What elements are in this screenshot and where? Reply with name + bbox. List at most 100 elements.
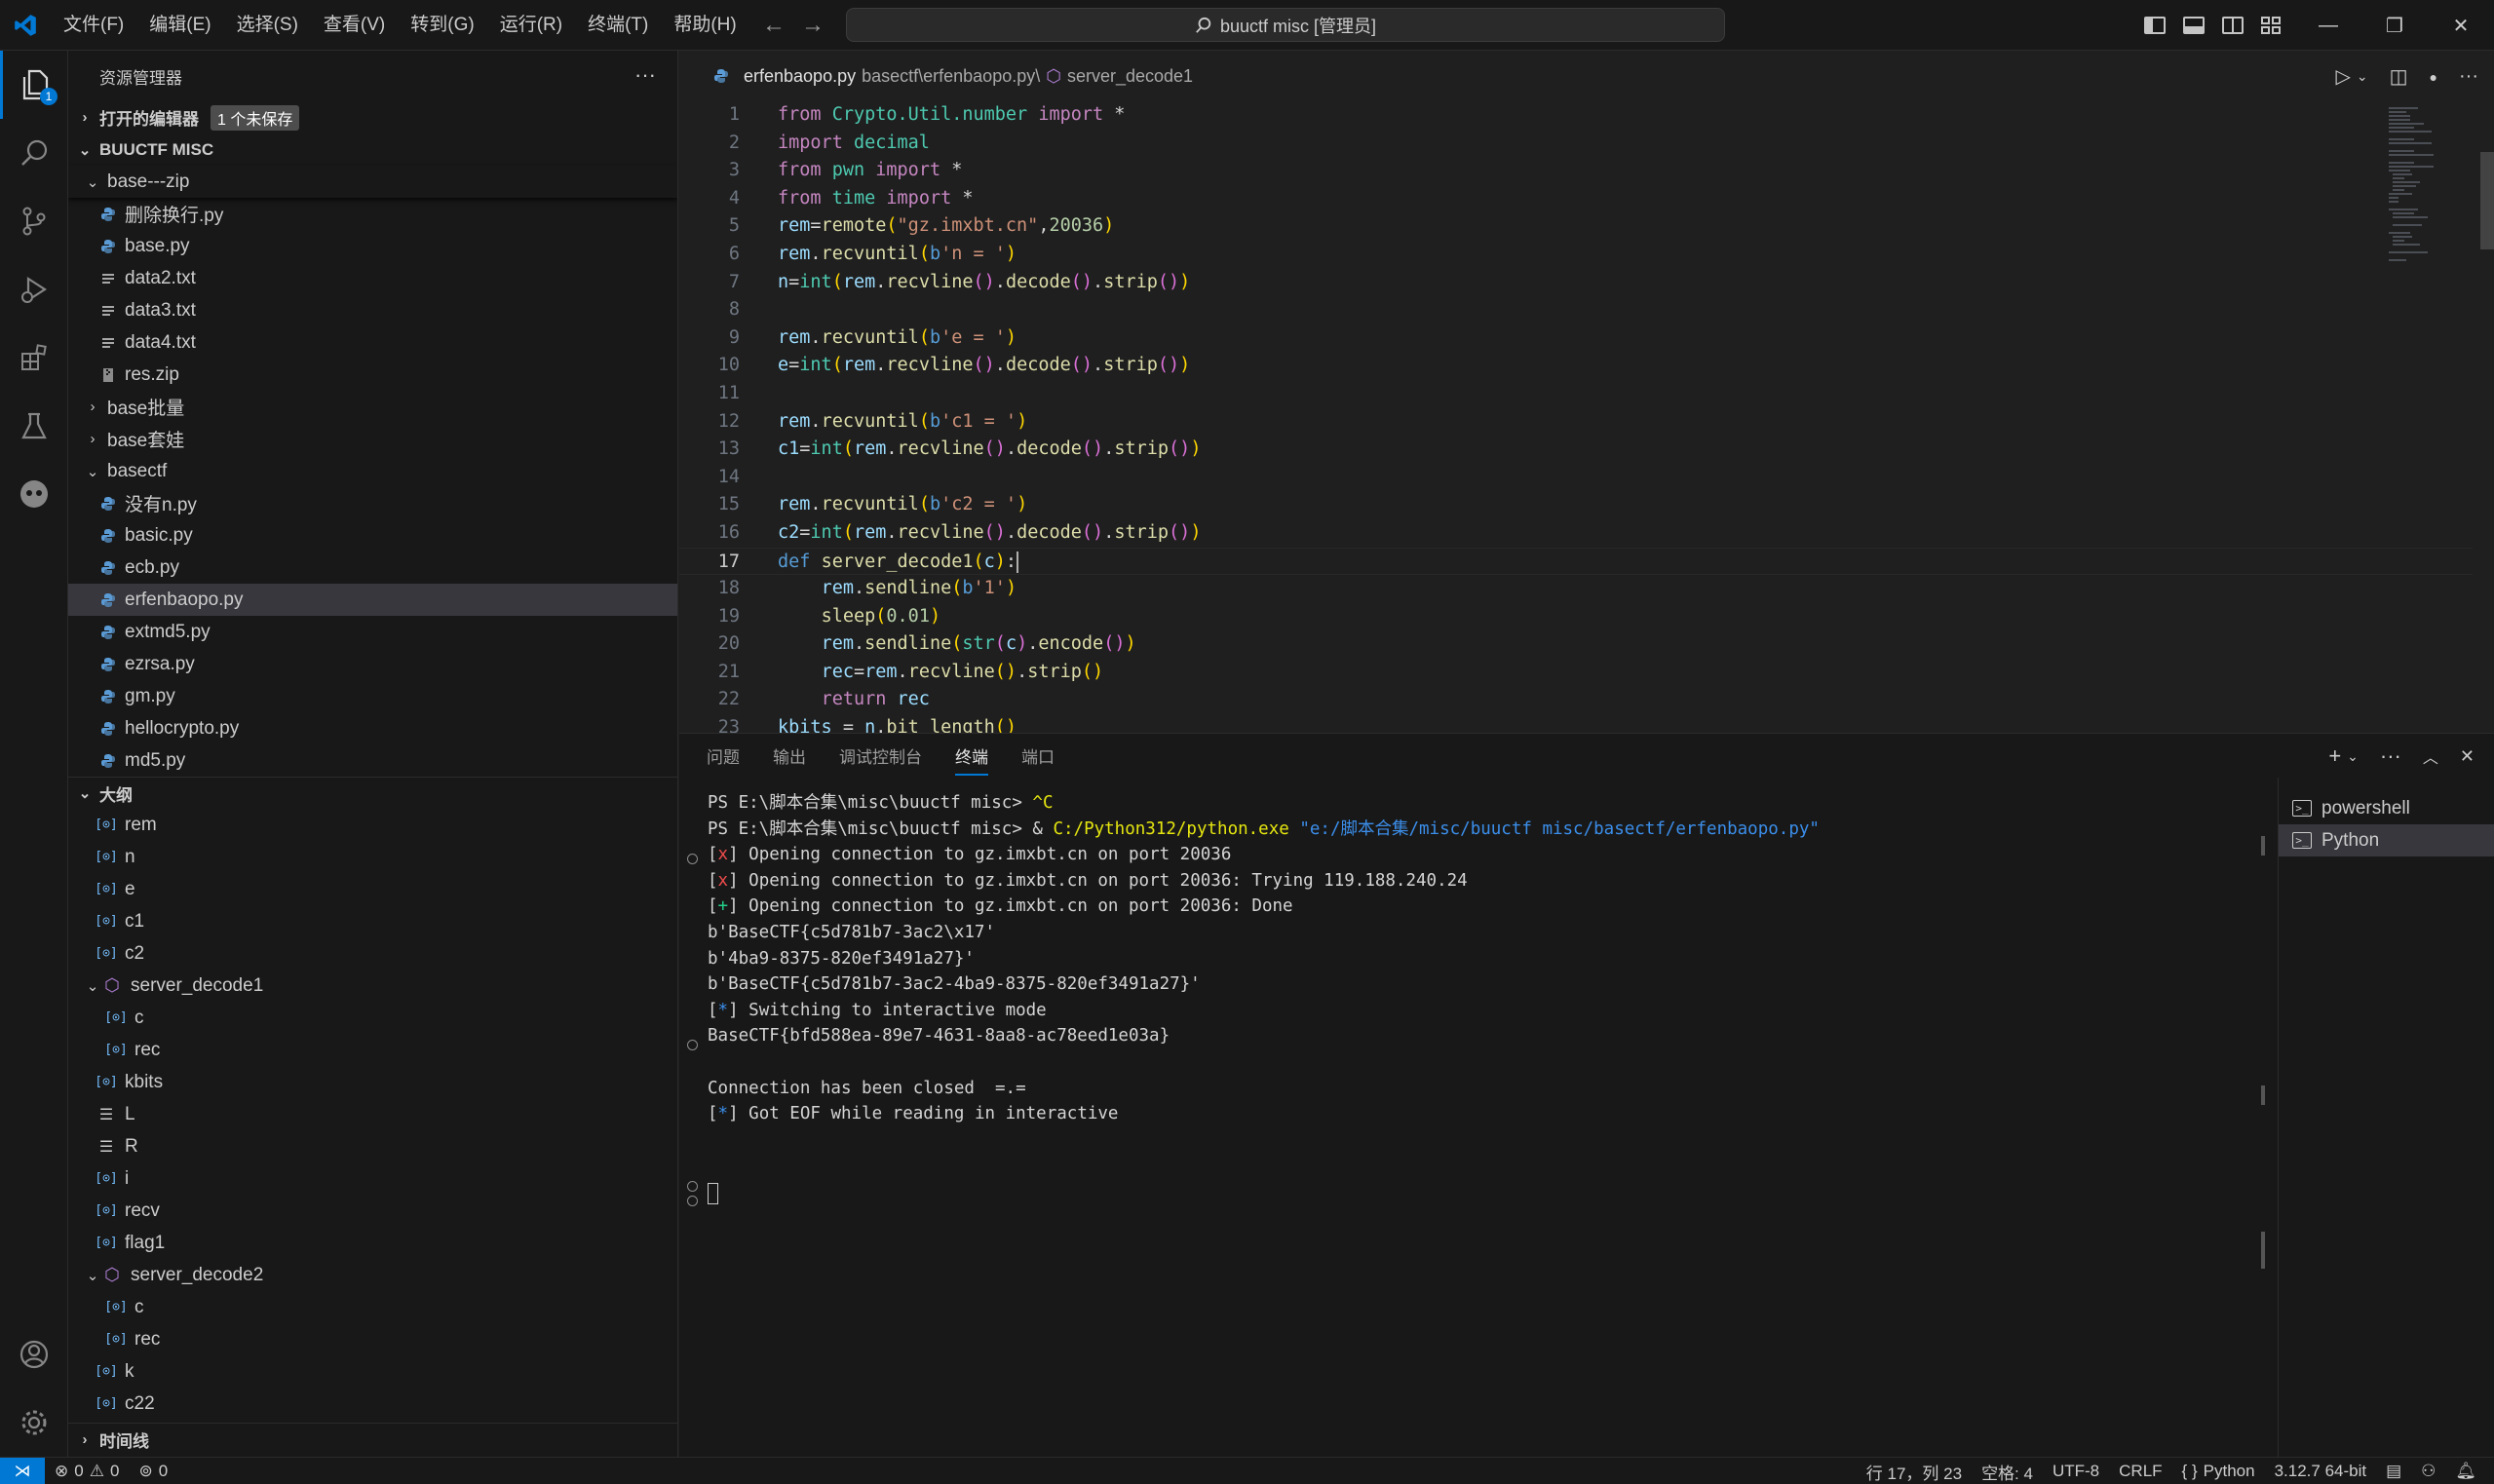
file-item[interactable]: res.zip: [68, 359, 677, 391]
code-editor[interactable]: 1 from Crypto.Util.number import * 2 import…: [679, 101, 2473, 733]
file-item[interactable]: ezrsa.py: [68, 648, 677, 680]
code-line[interactable]: 4 from time import *: [679, 185, 2473, 213]
bell-icon[interactable]: 🔔︎: [2445, 1462, 2486, 1481]
file-document-icon[interactable]: ▤: [2376, 1462, 2411, 1481]
outline-item[interactable]: [⊙] rem: [68, 809, 677, 841]
code-line[interactable]: 11: [679, 380, 2473, 408]
menu-selection[interactable]: 选择(S): [224, 0, 311, 51]
restore-icon[interactable]: ❐: [2361, 0, 2428, 51]
copilot-icon[interactable]: ⚇: [2411, 1462, 2445, 1481]
remote-indicator-icon[interactable]: ⋊: [0, 1457, 45, 1484]
split-editor-icon[interactable]: ◫: [2390, 64, 2408, 89]
code-line[interactable]: 18 rem.sendline(b'1'): [679, 575, 2473, 603]
breadcrumb-path[interactable]: basectf\erfenbaopo.py\: [862, 66, 1040, 87]
customize-layout-icon[interactable]: [2261, 17, 2283, 34]
terminal-output[interactable]: PS E:\脚本合集\misc\buuctf misc> ^C PS E:\脚本合…: [679, 778, 2268, 1458]
code-line[interactable]: 1 from Crypto.Util.number import *: [679, 101, 2473, 130]
file-item[interactable]: 删除换行.py: [68, 198, 677, 230]
outline-item[interactable]: [⊙] c1: [68, 905, 677, 937]
scrollbar-thumb[interactable]: [2480, 152, 2494, 249]
file-item[interactable]: erfenbaopo.py: [68, 584, 677, 616]
menu-edit[interactable]: 编辑(E): [136, 0, 223, 51]
outline-item[interactable]: ⌄ ⬡ server_decode1: [68, 970, 677, 1002]
outline-item[interactable]: [⊙] i: [68, 1162, 677, 1195]
extensions-icon[interactable]: [0, 323, 68, 392]
editor-scrollbar[interactable]: [2476, 101, 2494, 733]
outline-item[interactable]: [⊙] kbits: [68, 1066, 677, 1098]
command-decoration-icon[interactable]: [687, 854, 698, 864]
file-item[interactable]: ecb.py: [68, 552, 677, 584]
command-decoration-icon[interactable]: [687, 1181, 698, 1192]
code-line[interactable]: 15 rem.recvuntil(b'c2 = '): [679, 491, 2473, 519]
tab-problems[interactable]: 问题: [707, 743, 740, 768]
chevron-down-icon[interactable]: ⌄: [2357, 68, 2368, 85]
unsaved-dot-icon[interactable]: ●: [2430, 69, 2437, 85]
accounts-icon[interactable]: [0, 1320, 68, 1389]
more-actions-icon[interactable]: ···: [634, 62, 656, 88]
code-line[interactable]: 5 rem=remote("gz.imxbt.cn",20036): [679, 212, 2473, 241]
terminal-item-python[interactable]: >_ Python: [2279, 824, 2494, 856]
folder-item[interactable]: ⌄ basectf: [68, 455, 677, 487]
folder-item[interactable]: ⌄ base---zip: [68, 166, 677, 198]
tab-output[interactable]: 输出: [773, 743, 806, 768]
code-line[interactable]: 6 rem.recvuntil(b'n = '): [679, 241, 2473, 269]
file-item[interactable]: gm.py: [68, 680, 677, 712]
outline-item[interactable]: [⊙] c22: [68, 1388, 677, 1420]
tab-debug-console[interactable]: 调试控制台: [839, 743, 922, 768]
tab-terminal[interactable]: 终端: [955, 736, 988, 776]
file-item[interactable]: md5.py: [68, 744, 677, 777]
outline-item[interactable]: [⊙] c: [68, 1291, 677, 1323]
outline-item[interactable]: [⊙] flag1: [68, 1227, 677, 1259]
outline-item[interactable]: [⊙] rec: [68, 1323, 677, 1355]
menu-file[interactable]: 文件(F): [51, 0, 136, 51]
file-item[interactable]: basic.py: [68, 519, 677, 552]
explorer-icon[interactable]: 1: [0, 51, 68, 119]
more-actions-icon[interactable]: ···: [2459, 65, 2478, 88]
menu-terminal[interactable]: 终端(T): [575, 0, 661, 51]
outline-item[interactable]: [⊙] e: [68, 873, 677, 905]
file-item[interactable]: base.py: [68, 230, 677, 262]
timeline-section[interactable]: › 时间线: [68, 1423, 677, 1455]
toggle-secondary-sidebar-icon[interactable]: [2222, 17, 2244, 34]
outline-section[interactable]: ⌄ 大纲: [68, 777, 677, 809]
minimize-icon[interactable]: —: [2295, 0, 2361, 51]
outline-item[interactable]: [⊙] k: [68, 1355, 677, 1388]
run-debug-icon[interactable]: [0, 255, 68, 323]
command-decoration-icon[interactable]: [687, 1040, 698, 1050]
python-interpreter[interactable]: 3.12.7 64-bit: [2265, 1462, 2377, 1481]
file-item[interactable]: 没有n.py: [68, 487, 677, 519]
outline-item[interactable]: [⊙] recv: [68, 1195, 677, 1227]
file-item[interactable]: extmd5.py: [68, 616, 677, 648]
outline-item[interactable]: ⌄ ⬡ server_decode2: [68, 1259, 677, 1291]
code-line[interactable]: 17 def server_decode1(c):: [679, 547, 2473, 576]
new-terminal-icon[interactable]: +: [2328, 743, 2341, 769]
code-line[interactable]: 16 c2=int(rem.recvline().decode().strip()…: [679, 519, 2473, 548]
outline-item[interactable]: [⊙] c2: [68, 937, 677, 970]
toggle-panel-icon[interactable]: [2183, 17, 2205, 34]
code-line[interactable]: 8: [679, 296, 2473, 324]
menu-run[interactable]: 运行(R): [487, 0, 575, 51]
outline-item[interactable]: ☰ R: [68, 1130, 677, 1162]
settings-gear-icon[interactable]: [0, 1389, 68, 1457]
command-decoration-icon[interactable]: [687, 1196, 698, 1206]
encoding[interactable]: UTF-8: [2043, 1462, 2109, 1481]
folder-item[interactable]: › base批量: [68, 391, 677, 423]
folder-item[interactable]: › base套娃: [68, 423, 677, 455]
outline-item[interactable]: [⊙] c: [68, 1002, 677, 1034]
file-item[interactable]: data2.txt: [68, 262, 677, 294]
toggle-primary-sidebar-icon[interactable]: [2144, 17, 2166, 34]
problems-status[interactable]: ⊗ 0 ⚠ 0: [45, 1462, 129, 1481]
indentation[interactable]: 空格: 4: [1972, 1460, 2043, 1484]
close-icon[interactable]: ✕: [2428, 0, 2494, 51]
breadcrumb-symbol[interactable]: server_decode1: [1067, 66, 1193, 87]
code-line[interactable]: 22 return rec: [679, 686, 2473, 714]
end-of-line[interactable]: CRLF: [2109, 1462, 2171, 1481]
terminal-item-powershell[interactable]: >_ powershell: [2279, 792, 2494, 824]
tab-ports[interactable]: 端口: [1021, 743, 1055, 768]
outline-item[interactable]: [⊙] n: [68, 841, 677, 873]
run-python-file-icon[interactable]: ▷: [2336, 64, 2351, 89]
file-item[interactable]: data3.txt: [68, 294, 677, 326]
open-editors-section[interactable]: › 打开的编辑器 1 个未保存: [68, 101, 677, 133]
menu-help[interactable]: 帮助(H): [661, 0, 748, 51]
outline-item[interactable]: [⊙] rec: [68, 1034, 677, 1066]
